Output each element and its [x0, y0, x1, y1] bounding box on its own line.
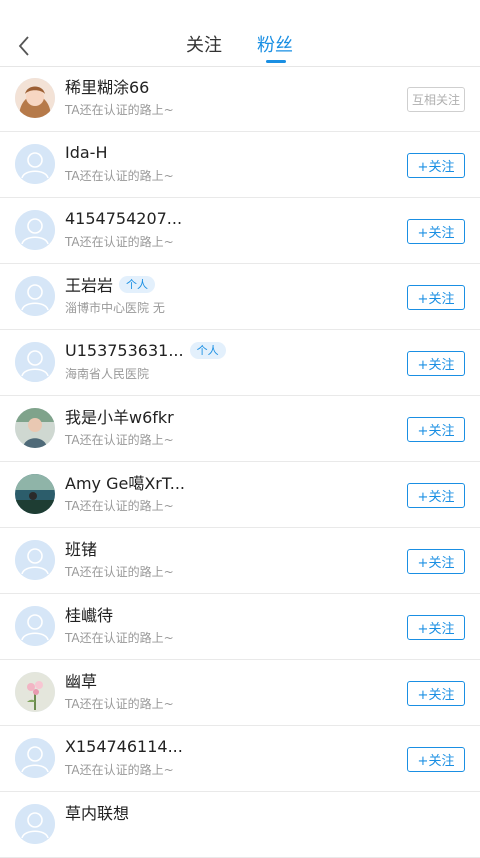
chevron-left-icon: [18, 36, 29, 56]
fan-row[interactable]: 班锗 TA还在认证的路上~ +关注: [0, 528, 480, 594]
mutual-follow-button[interactable]: 互相关注: [407, 87, 465, 112]
follow-button[interactable]: +关注: [407, 417, 465, 442]
user-photo: [15, 78, 55, 118]
name-line: 桂巇待: [65, 603, 113, 625]
default-avatar-icon: [15, 540, 55, 580]
user-name[interactable]: 稀里糊涂66: [65, 74, 149, 98]
avatar[interactable]: [15, 738, 55, 778]
user-subtitle: TA还在认证的路上~: [65, 169, 174, 183]
user-subtitle: TA还在认证的路上~: [65, 433, 174, 447]
user-subtitle: TA还在认证的路上~: [65, 763, 174, 777]
user-name[interactable]: X154746114...: [65, 737, 183, 756]
avatar[interactable]: [15, 606, 55, 646]
fan-row[interactable]: Amy Ge噶XrT... TA还在认证的路上~ +关注: [0, 462, 480, 528]
name-line: X154746114...: [65, 735, 183, 757]
fan-row[interactable]: X154746114... TA还在认证的路上~ +关注: [0, 726, 480, 792]
name-line: 草内联想: [65, 801, 129, 823]
name-line: 4154754207...: [65, 207, 182, 229]
name-line: 幽草: [65, 669, 97, 691]
fan-row[interactable]: 幽草 TA还在认证的路上~ +关注: [0, 660, 480, 726]
tab-follow[interactable]: 关注: [186, 34, 222, 58]
avatar[interactable]: [15, 474, 55, 514]
top-bar: 关注 粉丝: [0, 0, 480, 67]
follow-button[interactable]: +关注: [407, 153, 465, 178]
follow-button[interactable]: +关注: [407, 219, 465, 244]
user-name[interactable]: 王岩岩: [65, 272, 113, 296]
default-avatar-icon: [15, 210, 55, 250]
avatar[interactable]: [15, 78, 55, 118]
follow-button[interactable]: +关注: [407, 747, 465, 772]
user-subtitle: TA还在认证的路上~: [65, 499, 174, 513]
default-avatar-icon: [15, 606, 55, 646]
user-photo: [15, 672, 55, 712]
fan-row[interactable]: 王岩岩 个人淄博市中心医院 无 +关注: [0, 264, 480, 330]
avatar[interactable]: [15, 408, 55, 448]
user-name[interactable]: 我是小羊w6fkr: [65, 404, 174, 428]
tab-fans[interactable]: 粉丝: [257, 34, 293, 58]
fan-row[interactable]: Ida-H TA还在认证的路上~ +关注: [0, 132, 480, 198]
name-line: 稀里糊涂66: [65, 75, 149, 97]
user-name[interactable]: 班锗: [65, 536, 97, 560]
user-photo: [15, 408, 55, 448]
avatar[interactable]: [15, 210, 55, 250]
avatar[interactable]: [15, 540, 55, 580]
name-line: 班锗: [65, 537, 97, 559]
follow-button[interactable]: +关注: [407, 681, 465, 706]
default-avatar-icon: [15, 144, 55, 184]
default-avatar-icon: [15, 276, 55, 316]
user-subtitle: TA还在认证的路上~: [65, 631, 174, 645]
fan-row[interactable]: 桂巇待 TA还在认证的路上~ +关注: [0, 594, 480, 660]
avatar[interactable]: [15, 342, 55, 382]
default-avatar-icon: [15, 342, 55, 382]
name-line: 我是小羊w6fkr: [65, 405, 174, 427]
fan-row[interactable]: 草内联想: [0, 792, 480, 858]
fan-row[interactable]: 稀里糊涂66 TA还在认证的路上~ 互相关注: [0, 66, 480, 132]
user-name[interactable]: Amy Ge噶XrT...: [65, 470, 185, 494]
active-tab-indicator: [266, 60, 286, 63]
name-line: U153753631... 个人: [65, 339, 226, 361]
user-name[interactable]: 草内联想: [65, 800, 129, 824]
avatar[interactable]: [15, 276, 55, 316]
user-subtitle: 淄博市中心医院 无: [65, 301, 165, 315]
user-name[interactable]: U153753631...: [65, 341, 184, 360]
fan-row[interactable]: 我是小羊w6fkr TA还在认证的路上~ +关注: [0, 396, 480, 462]
default-avatar-icon: [15, 804, 55, 844]
user-name[interactable]: Ida-H: [65, 143, 107, 162]
name-line: Amy Ge噶XrT...: [65, 471, 185, 493]
user-subtitle: TA还在认证的路上~: [65, 235, 174, 249]
avatar[interactable]: [15, 144, 55, 184]
follow-button[interactable]: +关注: [407, 285, 465, 310]
user-subtitle: TA还在认证的路上~: [65, 565, 174, 579]
back-button[interactable]: [10, 30, 38, 62]
follow-button[interactable]: +关注: [407, 615, 465, 640]
fan-row[interactable]: 4154754207... TA还在认证的路上~ +关注: [0, 198, 480, 264]
user-type-tag: 个人: [119, 275, 156, 293]
avatar[interactable]: [15, 804, 55, 844]
name-line: 王岩岩 个人: [65, 272, 156, 296]
fan-list: 稀里糊涂66 TA还在认证的路上~ 互相关注 Ida-H TA还在认证的路上~ +关注 41…: [0, 66, 480, 858]
follow-button[interactable]: +关注: [407, 549, 465, 574]
avatar[interactable]: [15, 672, 55, 712]
user-type-tag: 个人: [189, 341, 226, 359]
fan-row[interactable]: U153753631... 个人海南省人民医院 +关注: [0, 330, 480, 396]
user-name[interactable]: 4154754207...: [65, 209, 182, 228]
user-subtitle: TA还在认证的路上~: [65, 697, 174, 711]
follow-button[interactable]: +关注: [407, 483, 465, 508]
user-name[interactable]: 桂巇待: [65, 602, 113, 626]
user-photo: [15, 474, 55, 514]
name-line: Ida-H: [65, 141, 107, 163]
user-subtitle: 海南省人民医院: [65, 367, 150, 381]
user-subtitle: TA还在认证的路上~: [65, 103, 174, 117]
follow-button[interactable]: +关注: [407, 351, 465, 376]
default-avatar-icon: [15, 738, 55, 778]
user-name[interactable]: 幽草: [65, 668, 97, 692]
